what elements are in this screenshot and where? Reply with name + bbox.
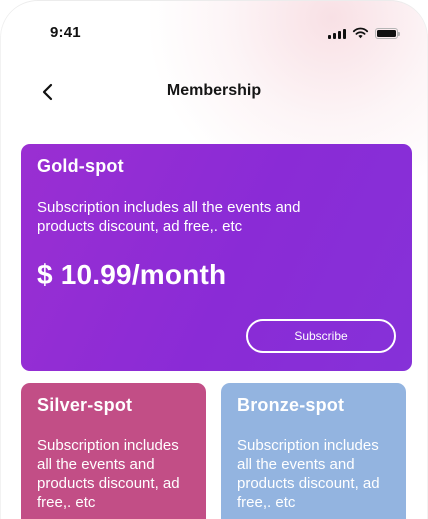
status-icons [328, 27, 400, 39]
battery-icon [375, 27, 400, 39]
subscribe-button[interactable]: Subscribe [246, 319, 396, 353]
plan-name: Bronze-spot [237, 395, 345, 415]
wifi-icon [352, 27, 369, 39]
plan-description: Subscription includes all the events and… [237, 437, 380, 511]
page-title: Membership [166, 82, 262, 99]
plan-description: Subscription includes all the events and… [37, 437, 180, 511]
plan-name: Gold-spot [37, 156, 124, 176]
membership-screen: 9:41 Membership Gold-spot Subscription i… [0, 0, 428, 519]
signal-icon [328, 28, 346, 39]
status-time: 9:41 [50, 24, 81, 41]
plan-card-bronze[interactable]: Bronze-spot Subscription includes all th… [221, 383, 406, 519]
plan-description: Subscription includes all the events and… [37, 199, 301, 235]
plan-name: Silver-spot [37, 395, 133, 415]
plan-card-silver[interactable]: Silver-spot Subscription includes all th… [21, 383, 206, 519]
plan-price: $ 10.99/month [37, 259, 227, 290]
plan-card-gold[interactable]: Gold-spot Subscription includes all the … [21, 144, 412, 371]
